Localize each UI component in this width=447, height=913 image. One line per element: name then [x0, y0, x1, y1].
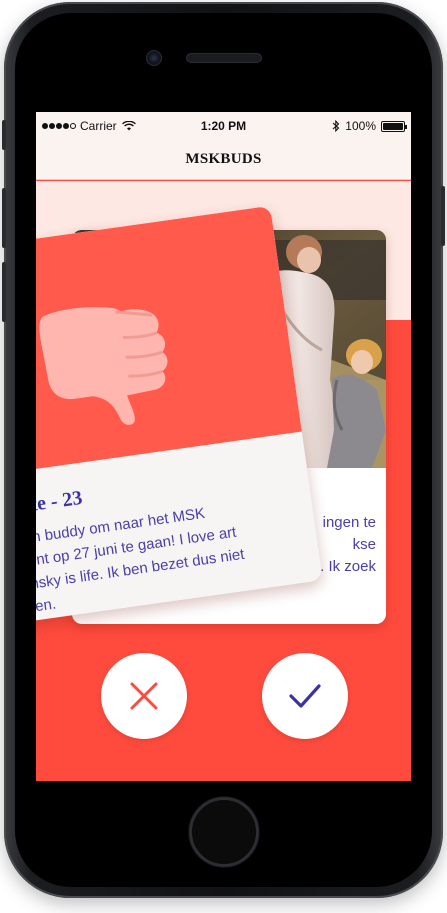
profile-name: rlotte - 23 [36, 486, 84, 521]
screen: Carrier 1:20 PM 100% MSKBUDS ingen te ks… [36, 112, 411, 781]
thumbs-down-icon [39, 307, 168, 425]
power-button [441, 186, 445, 246]
earpiece-speaker [186, 53, 262, 63]
battery-icon [381, 120, 407, 132]
close-icon [130, 682, 158, 710]
like-button[interactable] [262, 653, 348, 739]
volume-down-button [2, 262, 6, 322]
bluetooth-icon [332, 120, 340, 132]
mute-switch [2, 120, 6, 150]
dislike-button[interactable] [101, 653, 187, 739]
front-camera [146, 50, 162, 66]
volume-up-button [2, 188, 6, 248]
battery-percent: 100% [345, 119, 376, 133]
app-title: MSKBUDS [185, 151, 262, 167]
home-button[interactable] [189, 797, 259, 867]
status-bar: Carrier 1:20 PM 100% [36, 112, 411, 140]
check-icon [289, 684, 321, 708]
dislike-overlay [36, 205, 302, 478]
navigation-bar: MSKBUDS [36, 140, 411, 180]
status-right: 100% [332, 119, 407, 133]
